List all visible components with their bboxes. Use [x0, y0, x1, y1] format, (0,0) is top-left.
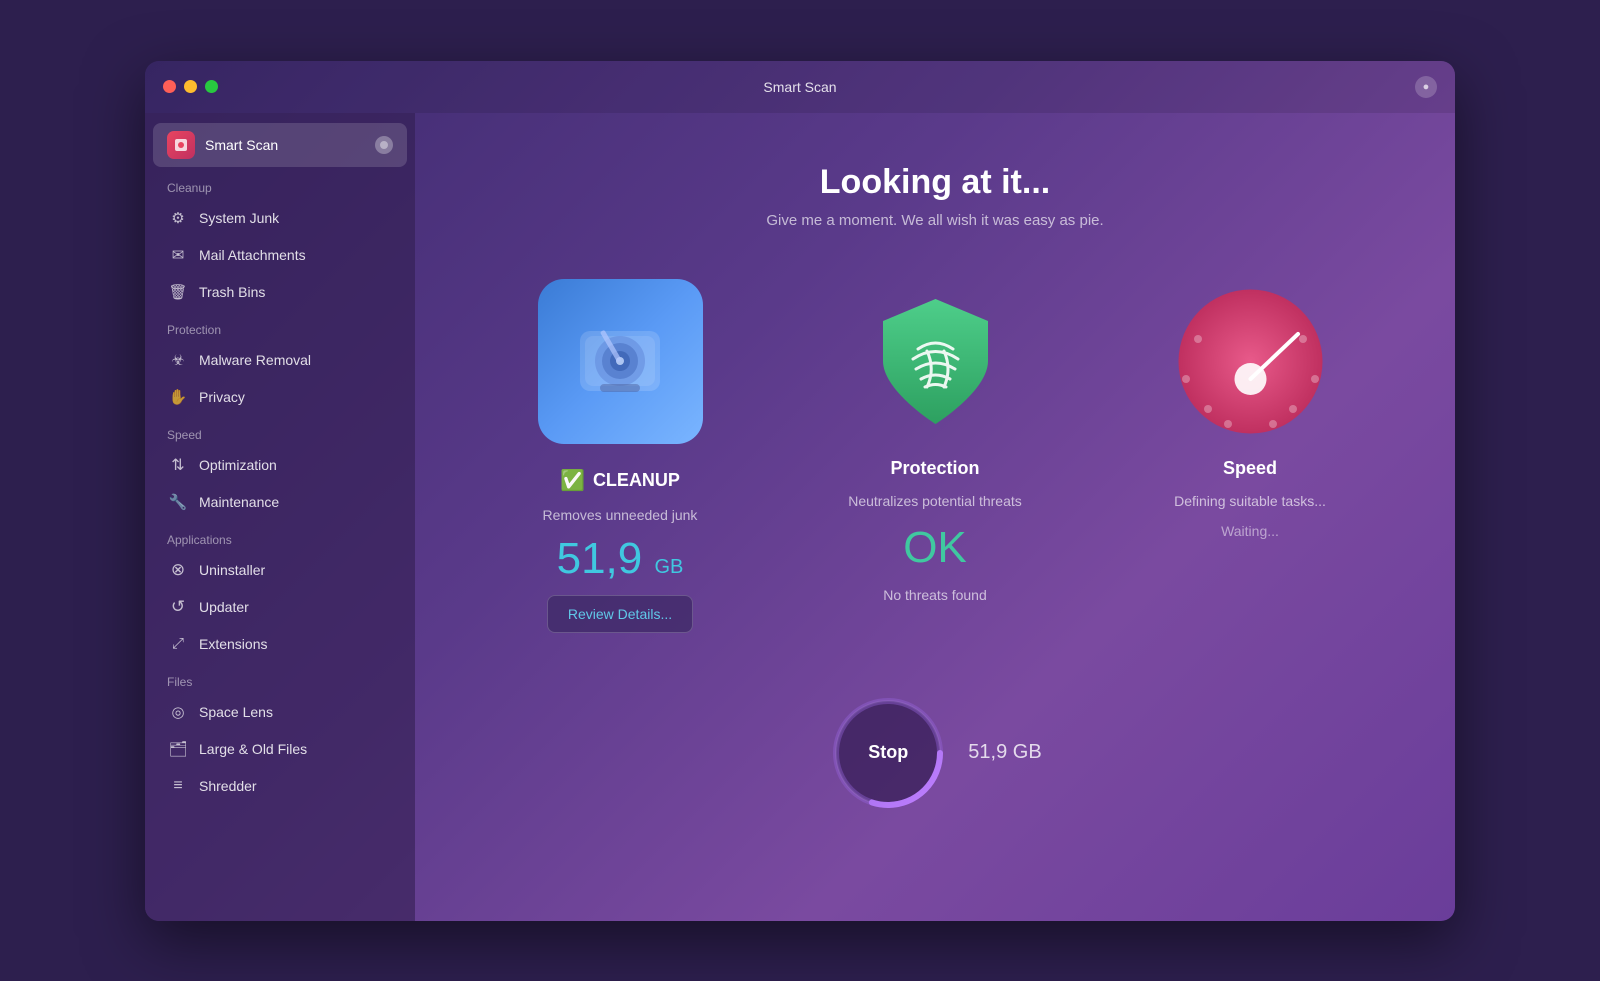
section-cleanup-label: Cleanup: [145, 169, 415, 199]
malware-icon: ☣: [167, 349, 189, 371]
close-button[interactable]: [163, 80, 176, 93]
cleanup-card: ✅ CLEANUP Removes unneeded junk 51,9 GB …: [478, 279, 763, 633]
mail-icon: ✉: [167, 244, 189, 266]
speed-card-desc: Defining suitable tasks...: [1174, 493, 1326, 509]
protection-no-threats: No threats found: [883, 587, 987, 603]
protection-card-desc: Neutralizes potential threats: [848, 493, 1022, 509]
updater-icon: ↺: [167, 596, 189, 618]
sidebar-item-trash-bins[interactable]: 🗑 Trash Bins: [153, 274, 407, 310]
shredder-label: Shredder: [199, 778, 257, 794]
extensions-icon: ⤢: [167, 633, 189, 655]
sidebar-item-privacy[interactable]: ✋ Privacy: [153, 379, 407, 415]
smart-scan-label: Smart Scan: [205, 137, 365, 153]
uninstaller-label: Uninstaller: [199, 562, 265, 578]
shredder-icon: ≡: [167, 775, 189, 797]
section-speed-label: Speed: [145, 416, 415, 446]
space-lens-label: Space Lens: [199, 704, 273, 720]
review-details-button[interactable]: Review Details...: [547, 595, 693, 633]
cleanup-card-value: 51,9 GB: [557, 537, 684, 581]
sidebar-item-extensions[interactable]: ⤢ Extensions: [153, 626, 407, 662]
updater-label: Updater: [199, 599, 249, 615]
window-title: Smart Scan: [763, 79, 836, 95]
maximize-button[interactable]: [205, 80, 218, 93]
cleanup-card-icon: [538, 279, 703, 444]
large-files-label: Large & Old Files: [199, 741, 307, 757]
sidebar-item-system-junk[interactable]: ⚙ System Junk: [153, 200, 407, 236]
speed-card: Speed Defining suitable tasks... Waiting…: [1108, 279, 1393, 633]
title-bar: Smart Scan ●: [145, 61, 1455, 113]
sidebar-item-uninstaller[interactable]: ⊗ Uninstaller: [153, 552, 407, 588]
stop-progress-circle: Stop: [828, 693, 948, 813]
sidebar-item-maintenance[interactable]: 🔧 Maintenance: [153, 484, 407, 520]
stop-area: Stop 51,9 GB: [828, 693, 1041, 813]
maintenance-label: Maintenance: [199, 494, 279, 510]
sidebar-item-malware[interactable]: ☣ Malware Removal: [153, 342, 407, 378]
privacy-label: Privacy: [199, 389, 245, 405]
section-files-label: Files: [145, 663, 415, 693]
maintenance-icon: 🔧: [167, 491, 189, 513]
minimize-button[interactable]: [184, 80, 197, 93]
system-junk-label: System Junk: [199, 210, 279, 226]
title-bar-actions: ●: [1415, 76, 1437, 98]
sidebar-item-updater[interactable]: ↺ Updater: [153, 589, 407, 625]
main-layout: Smart Scan Cleanup ⚙ System Junk ✉ Mail …: [145, 113, 1455, 921]
smart-scan-icon: [167, 131, 195, 159]
cleanup-card-desc: Removes unneeded junk: [543, 507, 698, 523]
stop-button[interactable]: Stop: [868, 742, 908, 763]
sidebar-item-shredder[interactable]: ≡ Shredder: [153, 768, 407, 804]
page-subtitle: Give me a moment. We all wish it was eas…: [766, 212, 1103, 229]
protection-card-value: OK: [903, 523, 967, 573]
settings-button[interactable]: ●: [1415, 76, 1437, 98]
mail-label: Mail Attachments: [199, 247, 306, 263]
speed-card-icon: [1168, 279, 1333, 444]
content-area: Looking at it... Give me a moment. We al…: [415, 113, 1455, 921]
protection-card-icon: [853, 279, 1018, 444]
section-protection-label: Protection: [145, 311, 415, 341]
sidebar-item-mail-attachments[interactable]: ✉ Mail Attachments: [153, 237, 407, 273]
system-junk-icon: ⚙: [167, 207, 189, 229]
privacy-icon: ✋: [167, 386, 189, 408]
page-title: Looking at it...: [820, 163, 1050, 202]
sidebar-item-space-lens[interactable]: ◎ Space Lens: [153, 694, 407, 730]
optimization-label: Optimization: [199, 457, 277, 473]
cleanup-card-name: ✅ CLEANUP: [560, 468, 680, 493]
sidebar-item-large-files[interactable]: 🗂 Large & Old Files: [153, 731, 407, 767]
space-lens-icon: ◎: [167, 701, 189, 723]
speed-card-name: Speed: [1223, 458, 1277, 479]
optimization-icon: ⇅: [167, 454, 189, 476]
app-window: Smart Scan ● Smart Scan: [145, 61, 1455, 921]
cleanup-unit: GB: [654, 556, 683, 578]
window-controls: [163, 80, 218, 93]
cards-row: ✅ CLEANUP Removes unneeded junk 51,9 GB …: [478, 279, 1393, 633]
sidebar-item-smart-scan[interactable]: Smart Scan: [153, 123, 407, 167]
smart-scan-badge: [375, 136, 393, 154]
sidebar-item-optimization[interactable]: ⇅ Optimization: [153, 447, 407, 483]
extensions-label: Extensions: [199, 636, 267, 652]
protection-card: Protection Neutralizes potential threats…: [793, 279, 1078, 633]
cleanup-check-icon: ✅: [560, 468, 585, 493]
stop-size-label: 51,9 GB: [968, 741, 1041, 764]
malware-label: Malware Removal: [199, 352, 311, 368]
large-files-icon: 🗂: [167, 738, 189, 760]
section-applications-label: Applications: [145, 521, 415, 551]
uninstaller-icon: ⊗: [167, 559, 189, 581]
sidebar: Smart Scan Cleanup ⚙ System Junk ✉ Mail …: [145, 113, 415, 921]
trash-icon: 🗑: [167, 281, 189, 303]
trash-label: Trash Bins: [199, 284, 265, 300]
speed-waiting: Waiting...: [1221, 523, 1279, 539]
protection-card-name: Protection: [890, 458, 979, 479]
